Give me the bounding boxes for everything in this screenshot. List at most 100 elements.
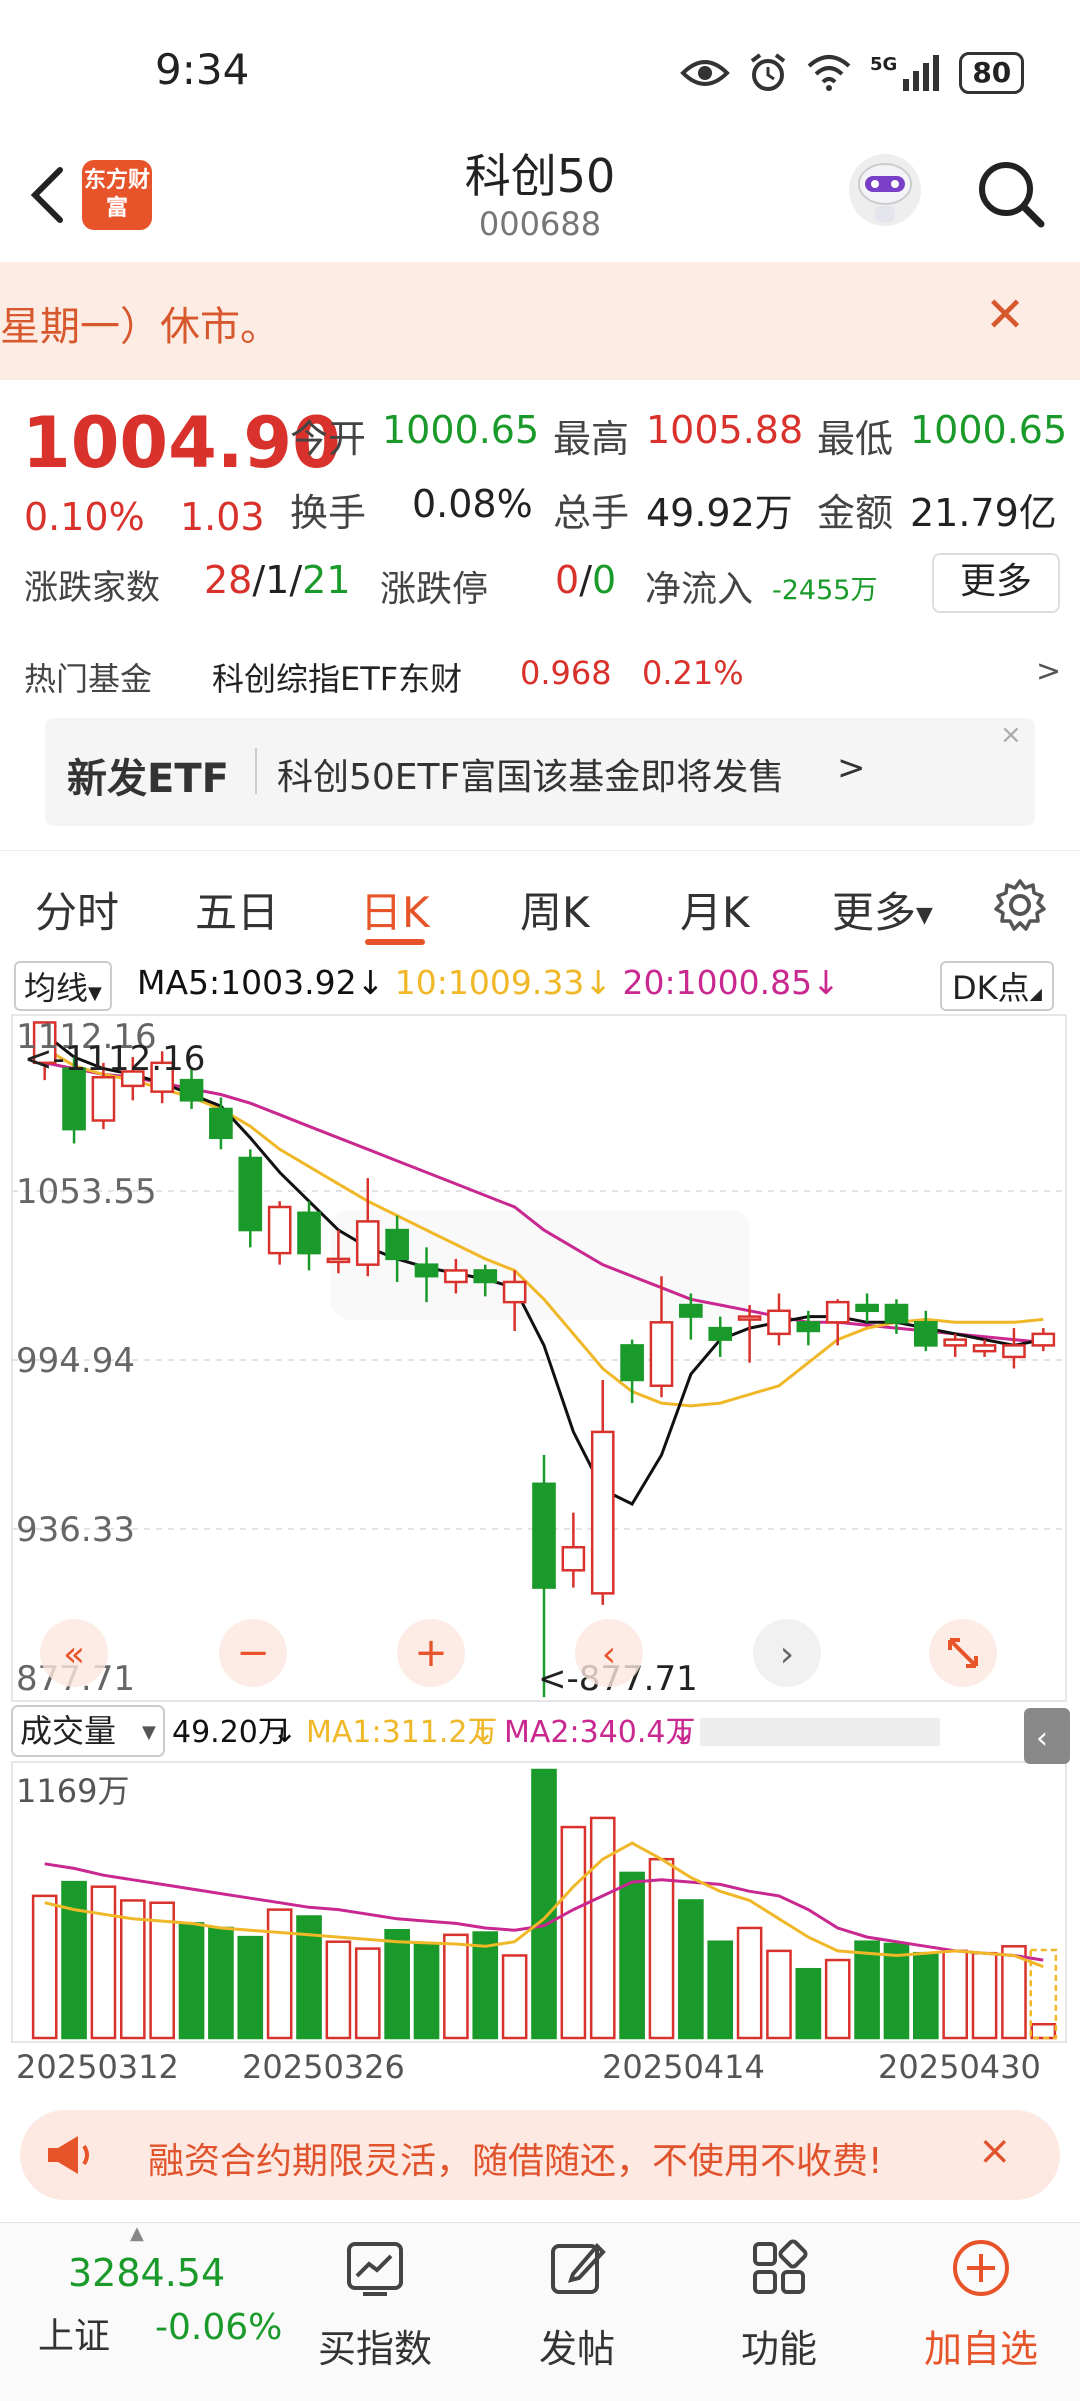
- left-icon: ‹: [602, 1634, 616, 1675]
- candle: [943, 1333, 968, 1357]
- limit-down-count: 0: [592, 558, 617, 602]
- nav-add-watchlist[interactable]: 加自选: [911, 2223, 1051, 2401]
- tab-monthly-k[interactable]: 月K: [680, 879, 750, 940]
- notice-close-icon[interactable]: ✕: [985, 287, 1025, 343]
- index-pct: -0.06%: [155, 2307, 283, 2348]
- candle-body: [767, 1309, 791, 1336]
- x-tick-label: 20250414: [602, 2048, 765, 2086]
- volume-bar: [619, 1871, 645, 2040]
- grid-icon: [753, 2239, 808, 2294]
- header: 东方财富 科创50 000688: [0, 140, 1080, 262]
- candle-body: [796, 1321, 821, 1333]
- nav-post[interactable]: 发帖: [507, 2223, 647, 2401]
- etf-divider: [255, 748, 257, 794]
- assistant-robot-icon[interactable]: [845, 150, 925, 230]
- volume-bar: [178, 1922, 205, 2040]
- volume-value: 49.20万: [172, 1715, 288, 1750]
- candle-body: [238, 1156, 263, 1232]
- volume-bar: [766, 1949, 792, 2040]
- limit-label: 涨跌停: [380, 569, 489, 610]
- candle: [297, 1201, 321, 1271]
- change-amount: 1.03: [180, 495, 265, 539]
- ma-selector-label: 均线: [24, 969, 89, 1007]
- ma-values: MA5:1003.92↓ 10:1009.33↓ 20:1000.85↓: [137, 963, 840, 1002]
- volume-bar: [501, 1954, 528, 2040]
- index-ticker[interactable]: ▲ 3284.54 上证 -0.06%: [0, 2223, 290, 2401]
- x-axis-labels: 20250312 20250326 20250414 20250430: [16, 2048, 1041, 2086]
- step-left-button[interactable]: ‹: [575, 1619, 643, 1687]
- candle-body: [620, 1344, 644, 1382]
- promo-close-icon[interactable]: ×: [978, 2128, 1012, 2174]
- banner-close-icon[interactable]: ×: [1000, 720, 1022, 750]
- candle-body: [297, 1211, 321, 1255]
- search-icon[interactable]: [975, 158, 1047, 230]
- promo-bar[interactable]: 融资合约期限灵活，随借随还，不使用不收费! ×: [20, 2110, 1060, 2200]
- y-tick-label: 1053.55: [16, 1172, 157, 1212]
- candle: [267, 1201, 292, 1265]
- candle: [855, 1293, 879, 1323]
- tab-more[interactable]: 更多▼: [832, 879, 933, 940]
- tab-five-day[interactable]: 五日: [195, 879, 279, 940]
- candle-body: [708, 1326, 733, 1341]
- nav-buy-index-label: 买指数: [317, 2327, 432, 2371]
- ma20-value: 20:1000.85: [622, 963, 813, 1002]
- volume-max-label: 1169万: [16, 1772, 129, 1810]
- volume-bar: [1030, 2022, 1057, 2040]
- volume-label: 总手: [553, 491, 630, 535]
- candle-body: [444, 1269, 468, 1284]
- new-etf-banner[interactable]: 新发ETF 科创50ETF富国该基金即将发售 > ×: [45, 718, 1035, 826]
- stock-code: 000688: [478, 205, 602, 243]
- status-bar: 9:34 5G 80: [0, 0, 1080, 140]
- volume-bar: [472, 1931, 499, 2040]
- hot-fund-row[interactable]: 热门基金 科创综指ETF东财 0.968 0.21% >: [0, 640, 1080, 710]
- rewind-button[interactable]: «: [40, 1619, 108, 1687]
- tab-weekly-k[interactable]: 周K: [520, 879, 590, 940]
- candle-body: [1002, 1344, 1026, 1359]
- etf-text: 科创50ETF富国该基金即将发售: [277, 757, 785, 798]
- tab-more-label: 更多: [832, 888, 917, 937]
- nav-buy-index[interactable]: 买指数: [305, 2223, 445, 2401]
- candle-body: [502, 1280, 527, 1304]
- chevron-right-icon: >: [1036, 654, 1062, 689]
- caret-down-icon: ▼: [142, 1722, 156, 1743]
- vol-ma1-value: MA1:311.2万: [306, 1715, 497, 1750]
- volume-bar: [443, 1933, 469, 2040]
- battery-icon: 80: [959, 52, 1025, 94]
- kline-chart[interactable]: 1112.161053.55994.94936.33877.71<-1112.1…: [0, 1010, 1080, 2090]
- megaphone-icon: [48, 2136, 89, 2174]
- candle-body: [825, 1300, 850, 1324]
- candle-body: [855, 1303, 879, 1313]
- tab-underline: [365, 939, 425, 945]
- candle-body: [943, 1338, 968, 1347]
- nav-functions-label: 功能: [740, 2327, 817, 2371]
- x-tick-label: 20250312: [16, 2048, 179, 2086]
- ma-selector[interactable]: 均线▼: [14, 961, 112, 1011]
- dk-point-button[interactable]: DK点◢: [940, 961, 1054, 1011]
- vol-ma2-arrow: ↓: [670, 1715, 695, 1750]
- blurred-text: [700, 1718, 940, 1746]
- volume-arrow: ↓: [272, 1715, 297, 1750]
- back-icon[interactable]: [20, 160, 80, 230]
- fullscreen-button[interactable]: [929, 1619, 997, 1687]
- candle-body: [532, 1482, 556, 1589]
- tab-minute[interactable]: 分时: [35, 879, 119, 940]
- hot-fund-price: 0.968: [520, 654, 612, 692]
- volume-bar: [31, 1894, 58, 2040]
- notice-text: 星期一）休市。: [0, 304, 280, 350]
- zoom-in-button[interactable]: +: [397, 1619, 465, 1687]
- zoom-out-button[interactable]: −: [219, 1619, 287, 1687]
- gear-icon[interactable]: [992, 877, 1048, 933]
- trend-chart-icon: [347, 2242, 403, 2296]
- high-value: 1005.88: [646, 408, 804, 452]
- alarm-icon: [750, 53, 786, 91]
- plus-icon: +: [414, 1630, 448, 1676]
- volume-bar: [560, 1825, 587, 2040]
- volume-bar: [61, 1880, 87, 2040]
- chart-tabs: 分时 五日 日K 周K 月K 更多▼: [0, 850, 1080, 951]
- more-button[interactable]: 更多: [932, 553, 1060, 613]
- step-right-button[interactable]: ›: [753, 1619, 821, 1687]
- ma5-value: MA5:1003.92: [137, 963, 357, 1002]
- tab-daily-k[interactable]: 日K: [360, 879, 430, 940]
- nav-functions[interactable]: 功能: [709, 2223, 849, 2401]
- volume-bar: [971, 1951, 998, 2040]
